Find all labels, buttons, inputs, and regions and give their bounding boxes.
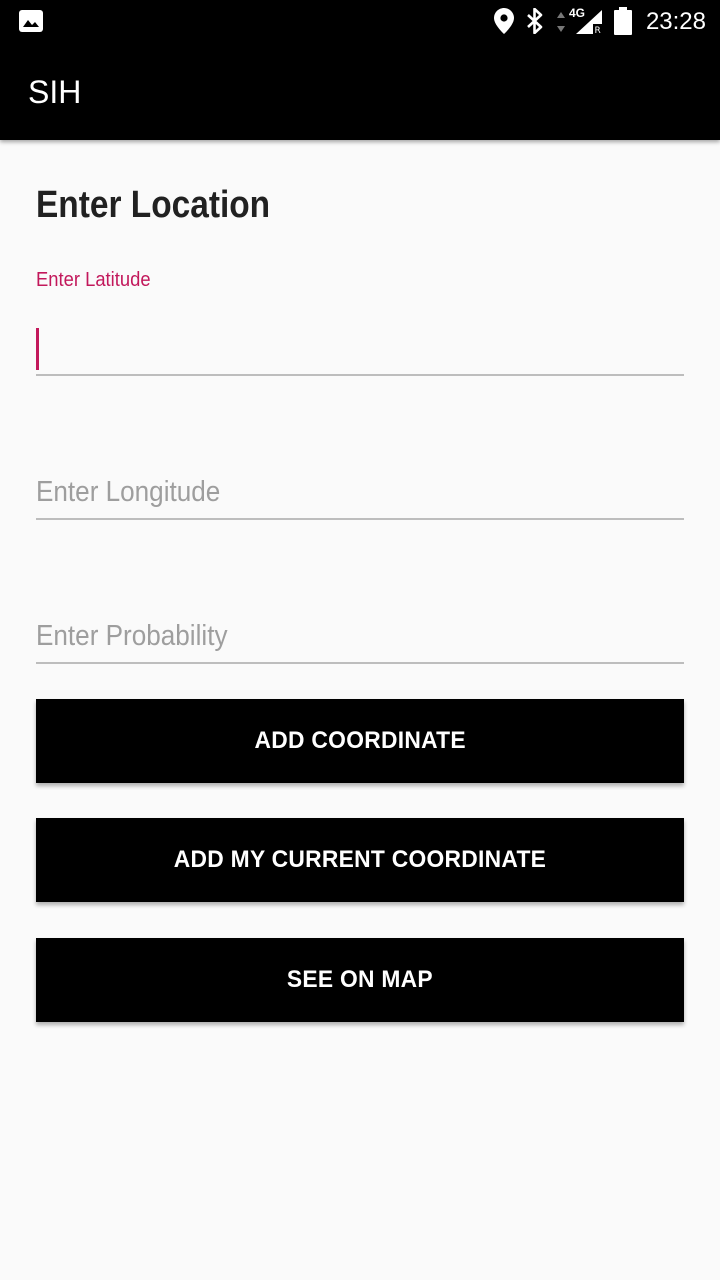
probability-underline: [36, 662, 684, 664]
probability-input[interactable]: Enter Probability: [36, 608, 684, 664]
svg-text:R: R: [595, 26, 601, 34]
latitude-underline: [36, 374, 684, 376]
longitude-placeholder: Enter Longitude: [36, 476, 221, 508]
add-current-coordinate-button[interactable]: ADD MY CURRENT COORDINATE: [36, 818, 684, 902]
location-pin-icon: [494, 8, 514, 34]
text-cursor: [36, 328, 39, 370]
data-arrows-icon: [557, 12, 565, 32]
app-bar: SIH: [0, 44, 720, 140]
add-current-coordinate-label: ADD MY CURRENT COORDINATE: [173, 846, 547, 873]
app-title: SIH: [28, 74, 82, 110]
see-on-map-button[interactable]: SEE ON MAP: [36, 938, 684, 1022]
bluetooth-icon: [527, 8, 543, 34]
latitude-input[interactable]: [36, 320, 684, 376]
add-coordinate-button[interactable]: ADD COORDINATE: [36, 699, 684, 783]
probability-placeholder: Enter Probability: [36, 620, 228, 652]
page-title: Enter Location: [36, 184, 271, 226]
longitude-underline: [36, 518, 684, 520]
status-time: 23:28: [645, 8, 706, 35]
add-coordinate-label: ADD COORDINATE: [254, 727, 466, 754]
longitude-input[interactable]: Enter Longitude: [36, 464, 684, 520]
see-on-map-label: SEE ON MAP: [286, 966, 434, 993]
signal-icon: R: [576, 10, 602, 34]
battery-icon: [614, 7, 632, 35]
latitude-label: Enter Latitude: [36, 269, 151, 291]
status-bar: 4G R 23:28: [0, 0, 720, 44]
image-icon: [19, 10, 43, 32]
